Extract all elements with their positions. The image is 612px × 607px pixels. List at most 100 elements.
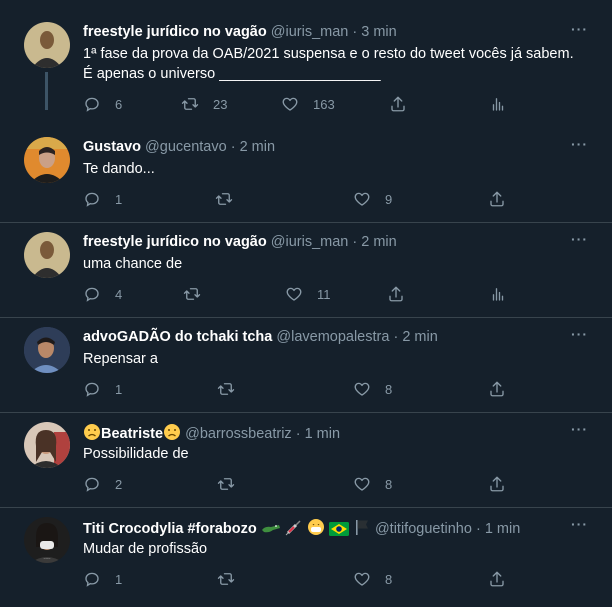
tweet-text-line: 1ª fase da prova da OAB/2021 suspensa e … [83,46,574,62]
avatar[interactable] [24,422,70,468]
reply-count: 4 [115,286,123,302]
tweet-text: Mudar de profissão [83,539,593,559]
display-name[interactable]: Titi Crocodylia #forabozo [83,521,257,537]
timestamp[interactable]: 2 min [240,139,275,155]
heart-icon [354,477,370,491]
analytics-icon [492,98,504,111]
tweet-text-line: Possibilidade de [83,446,189,462]
heart-icon [354,192,370,206]
timestamp[interactable]: 3 min [361,24,396,40]
user-handle[interactable]: @iuris_man [271,24,349,40]
retweet-button[interactable] [183,284,201,304]
display-name[interactable]: freestyle jurídico no vagão [83,234,267,250]
reply-button[interactable]: 1 [83,379,122,399]
reply-icon [85,97,99,112]
retweet-icon [217,383,235,395]
display-name[interactable]: Gustavo [83,139,141,155]
tweet-actions: 1 9 [83,189,513,209]
analytics-button[interactable] [489,94,507,114]
tweet-header: Beatriste @barrossbeatriz · 1 min [83,423,340,443]
heart-icon [282,97,298,111]
heart-icon [286,287,302,301]
share-button[interactable] [488,474,506,494]
avatar[interactable] [24,327,70,373]
avatar[interactable]: ~~~ [24,517,70,563]
like-count: 11 [317,286,331,302]
tweet-header: Titi Crocodylia #forabozo @titifoguetinh… [83,518,520,538]
retweet-icon [217,573,235,585]
tweet-text-line: Te dando... [83,161,155,177]
separator-dot: · [475,521,481,537]
reply-button[interactable]: 6 [83,94,122,114]
more-options-icon[interactable]: ··· [571,137,588,151]
more-options-icon[interactable]: ··· [571,232,588,246]
tweet-actions: 1 8 [83,379,513,399]
reply-button[interactable]: 1 [83,569,122,589]
reply-button[interactable]: 4 [83,284,122,304]
share-button[interactable] [488,189,506,209]
retweet-button[interactable] [217,379,235,399]
more-options-icon[interactable]: ··· [571,327,588,341]
like-button[interactable]: 9 [353,189,392,209]
separator-dot: · [352,24,358,40]
avatar[interactable] [24,232,70,278]
retweet-button[interactable]: 23 [181,94,227,114]
reply-count: 1 [115,571,123,587]
timestamp[interactable]: 2 min [402,329,437,345]
like-button[interactable]: 163 [281,94,335,114]
analytics-button[interactable] [489,284,507,304]
user-handle[interactable]: @barrossbeatriz [185,426,292,442]
tweet[interactable]: advoGADÃO do tchaki tcha @lavemopalestra… [0,327,612,413]
tweet[interactable]: freestyle jurídico no vagão @iuris_man ·… [0,22,612,123]
user-handle[interactable]: @gucentavo [145,139,227,155]
reply-icon [85,572,99,587]
share-button[interactable] [389,94,407,114]
reply-button[interactable]: 2 [83,474,122,494]
avatar[interactable] [24,137,70,183]
separator-dot: · [230,139,236,155]
retweet-icon [215,193,233,205]
more-options-icon[interactable]: ··· [571,22,588,36]
tweet-text-line: Repensar a [83,351,158,367]
tweet[interactable]: ~~~ Titi Crocodylia #forabozo @titifogue… [0,517,612,607]
more-options-icon[interactable]: ··· [571,517,588,531]
more-options-icon[interactable]: ··· [571,422,588,436]
display-name[interactable]: advoGADÃO do tchaki tcha [83,329,272,345]
user-handle[interactable]: @iuris_man [271,234,349,250]
avatar[interactable] [24,22,70,68]
retweet-button[interactable] [217,569,235,589]
timestamp[interactable]: 1 min [485,521,520,537]
share-button[interactable] [488,379,506,399]
like-button[interactable]: 8 [353,474,392,494]
separator-dot: · [295,426,301,442]
timestamp[interactable]: 2 min [361,234,396,250]
share-icon [490,191,504,207]
retweet-icon [181,98,199,110]
tweet-text: Te dando... [83,159,593,179]
like-button[interactable]: 11 [285,284,331,304]
share-button[interactable] [387,284,405,304]
display-name[interactable]: freestyle jurídico no vagão [83,24,267,40]
user-handle[interactable]: @titifoguetinho [375,521,472,537]
display-name[interactable]: Beatriste [101,426,163,442]
retweet-button[interactable] [215,189,233,209]
like-button[interactable]: 8 [353,379,392,399]
like-count: 8 [385,571,393,587]
tweet-text-line: Mudar de profissão [83,541,208,557]
like-count: 9 [385,191,393,207]
reply-icon [85,287,99,302]
tweet[interactable]: freestyle jurídico no vagão @iuris_man ·… [0,232,612,318]
retweet-button[interactable] [217,474,235,494]
like-count: 163 [313,96,335,112]
brazil-flag-emoji [328,522,349,536]
tweet[interactable]: Gustavo @gucentavo · 2 min ··· Te dando.… [0,137,612,223]
like-button[interactable]: 8 [353,569,392,589]
timestamp[interactable]: 1 min [305,426,340,442]
tweet[interactable]: Beatriste @barrossbeatriz · 1 min ··· Po… [0,422,612,508]
reply-button[interactable]: 1 [83,189,122,209]
user-handle[interactable]: @lavemopalestra [276,329,389,345]
svg-text:~~~: ~~~ [43,556,51,561]
share-icon [389,286,403,302]
heart-icon [354,382,370,396]
share-button[interactable] [488,569,506,589]
